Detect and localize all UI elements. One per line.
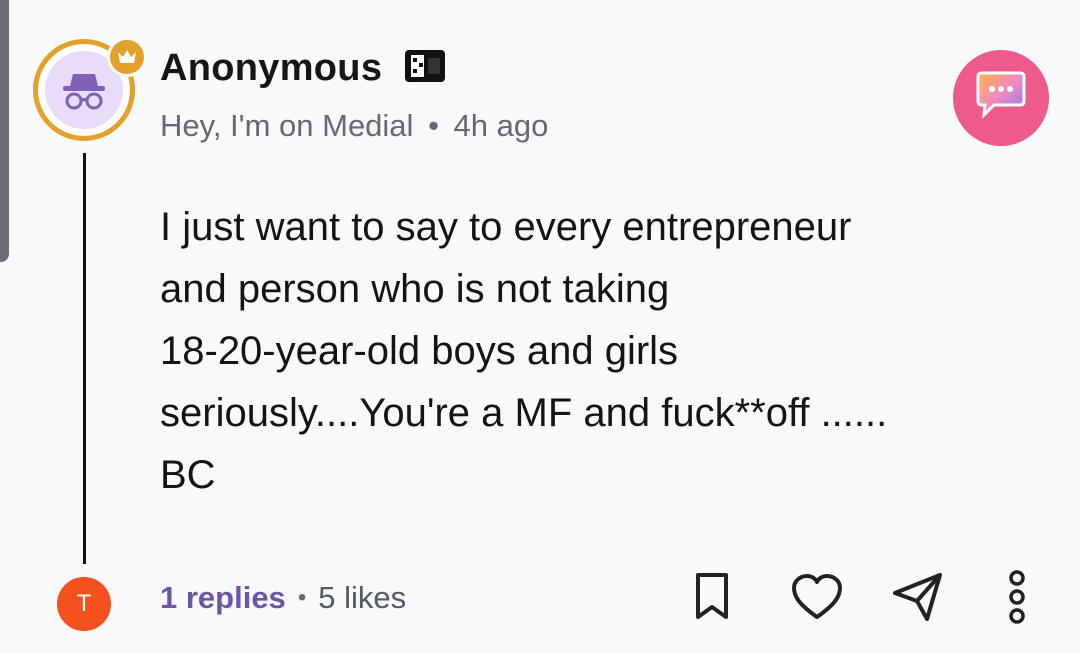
post-meta: Hey, I'm on Medial • 4h ago bbox=[160, 108, 548, 144]
reply-avatar-initial: T bbox=[76, 590, 92, 617]
mask-icon bbox=[400, 46, 450, 91]
scroll-indicator[interactable] bbox=[0, 0, 9, 262]
reply-avatar[interactable]: T bbox=[57, 577, 111, 631]
author-avatar[interactable] bbox=[33, 37, 147, 141]
user-tagline: Hey, I'm on Medial bbox=[160, 108, 414, 143]
post-body[interactable]: I just want to say to every entrepreneur… bbox=[160, 196, 1060, 506]
author-row: Anonymous bbox=[160, 43, 450, 93]
footer-separator: • bbox=[297, 584, 307, 611]
chat-bubble-icon bbox=[972, 69, 1030, 128]
more-options-button[interactable] bbox=[988, 568, 1046, 631]
replies-link[interactable]: 1 replies bbox=[160, 580, 286, 616]
more-icon bbox=[1005, 568, 1029, 631]
post-footer: 1 replies • 5 likes bbox=[160, 573, 406, 623]
heart-icon bbox=[790, 573, 844, 626]
author-name[interactable]: Anonymous bbox=[160, 47, 382, 90]
bookmark-icon bbox=[690, 571, 734, 628]
bookmark-button[interactable] bbox=[683, 570, 741, 628]
share-icon bbox=[891, 571, 945, 628]
share-button[interactable] bbox=[889, 570, 947, 628]
post-time: 4h ago bbox=[453, 108, 549, 143]
meta-separator: • bbox=[428, 108, 439, 143]
like-button[interactable] bbox=[788, 570, 846, 628]
crown-icon bbox=[107, 37, 147, 77]
chat-button[interactable] bbox=[953, 50, 1049, 146]
likes-count[interactable]: 5 likes bbox=[318, 580, 406, 616]
thread-line bbox=[83, 153, 86, 564]
